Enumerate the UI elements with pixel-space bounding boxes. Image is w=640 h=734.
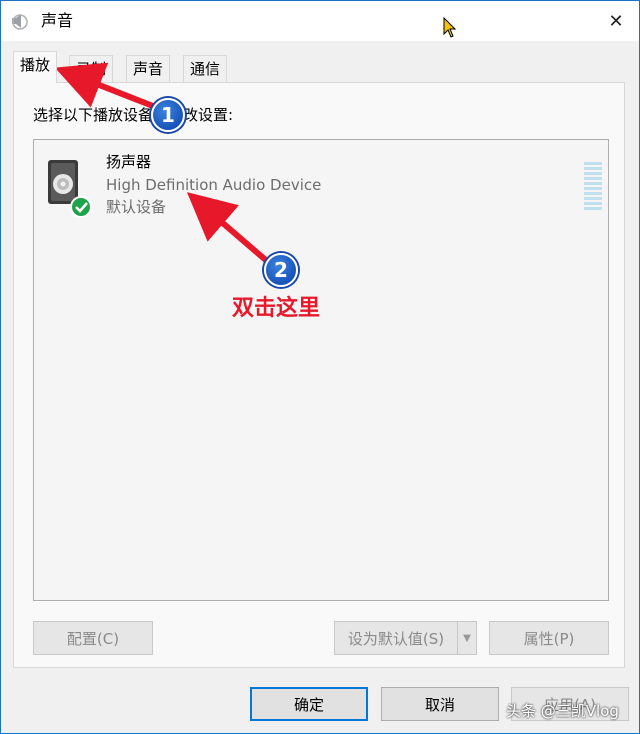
cancel-button[interactable]: 取消	[381, 687, 499, 721]
volume-level-meter	[584, 162, 602, 212]
tab-playback[interactable]: 播放	[13, 51, 58, 83]
ok-button[interactable]: 确定	[250, 687, 368, 721]
tab-label: 声音	[133, 60, 164, 78]
annotation-badge-2: 2	[264, 253, 298, 287]
check-icon	[70, 196, 92, 218]
annotation-hint: 双击这里	[232, 296, 321, 321]
tab-recording[interactable]: 录制	[69, 55, 114, 82]
sound-dialog: 声音 ✕ 播放 录制 声音 通信 选择以下播放设备来修改设置: 扬声器 High…	[0, 0, 640, 734]
speaker-icon	[48, 160, 92, 218]
configure-button[interactable]: 配置(C)	[33, 621, 153, 655]
close-icon: ✕	[608, 10, 624, 32]
tab-label: 播放	[20, 56, 51, 74]
set-default-button[interactable]: 设为默认值(S)	[334, 621, 458, 655]
properties-button[interactable]: 属性(P)	[489, 621, 609, 655]
device-list[interactable]: 扬声器 High Definition Audio Device 默认设备	[33, 139, 609, 601]
speaker-icon	[12, 14, 28, 30]
mouse-cursor-icon	[443, 17, 457, 38]
set-default-dropdown[interactable]: ▼	[457, 621, 477, 655]
instruction-text: 选择以下播放设备来修改设置:	[33, 106, 234, 124]
watermark-text: 头条 @三凯Vlog	[506, 702, 619, 720]
tab-label: 录制	[76, 60, 107, 78]
device-description: High Definition Audio Device	[106, 176, 322, 194]
window-title: 声音	[41, 11, 74, 30]
device-item-speakers[interactable]: 扬声器 High Definition Audio Device 默认设备	[42, 150, 602, 220]
chevron-down-icon: ▼	[463, 632, 471, 644]
annotation-badge-1: 1	[151, 98, 185, 132]
close-button[interactable]: ✕	[593, 1, 639, 41]
tab-sounds[interactable]: 声音	[126, 55, 171, 82]
device-status: 默认设备	[106, 198, 167, 216]
tab-label: 通信	[190, 60, 221, 78]
device-name: 扬声器	[106, 153, 152, 171]
tab-communications[interactable]: 通信	[183, 55, 228, 82]
title-bar: 声音 ✕	[1, 1, 639, 41]
